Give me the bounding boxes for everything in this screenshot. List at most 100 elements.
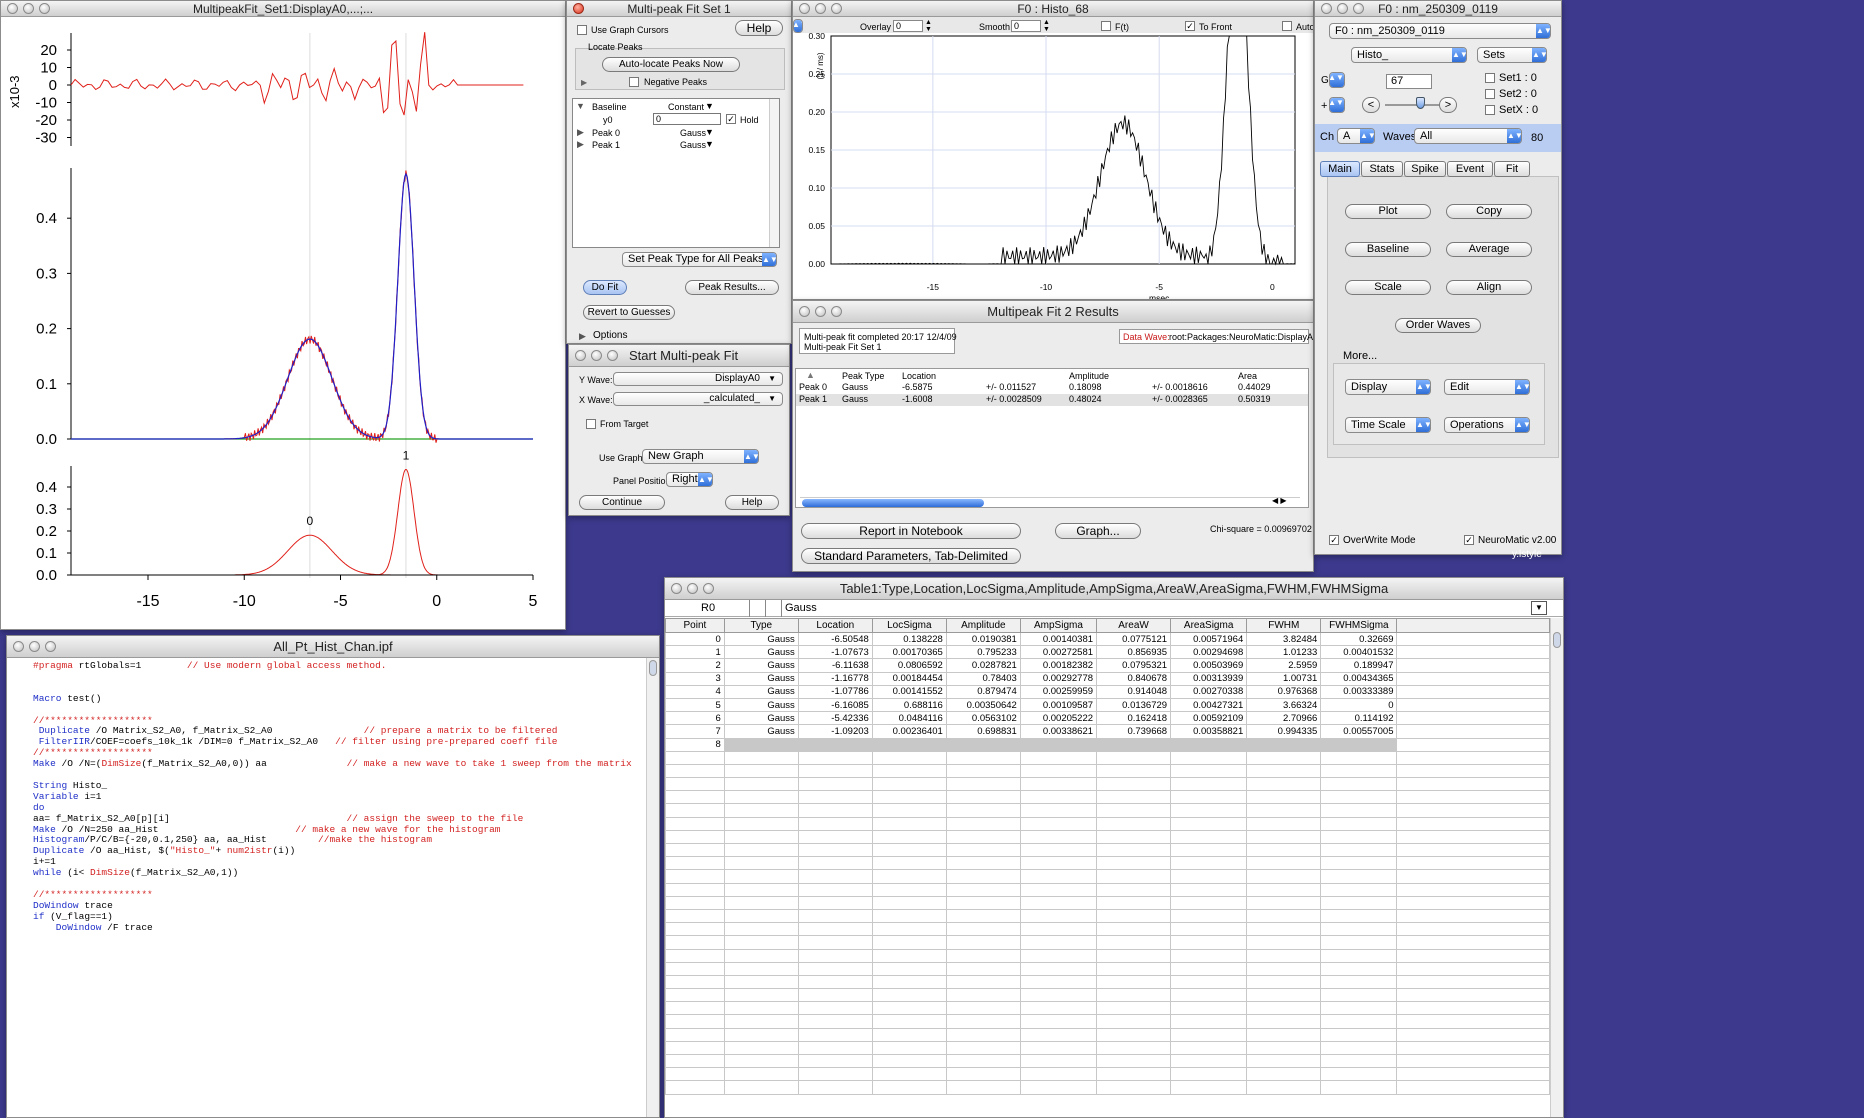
table-cell[interactable]: 0.162418 (1096, 711, 1172, 726)
minimize-button[interactable] (29, 641, 40, 652)
row-index-cell[interactable]: 8 (665, 737, 725, 752)
tab-event[interactable]: Event (1447, 161, 1493, 177)
table-cell[interactable]: 0.00333389 (1320, 684, 1398, 699)
table-cell[interactable]: -6.50548 (797, 631, 873, 647)
zoom-button[interactable] (1353, 3, 1364, 14)
table-cell[interactable]: 0.00571964 (1170, 631, 1248, 647)
minimize-button[interactable] (815, 306, 826, 317)
table-cell[interactable]: 0.189947 (1320, 658, 1398, 673)
table-cell[interactable]: 0 (1320, 697, 1398, 713)
code-line[interactable]: Duplicate /O Matrix_S2_A0, f_Matrix_S2_A… (33, 725, 558, 736)
table-cell[interactable]: 1.01233 (1246, 645, 1322, 660)
cell-value[interactable]: Gauss (785, 602, 817, 614)
waves-select[interactable]: All ▲▼ (1414, 128, 1522, 144)
table-cell[interactable]: 3.82484 (1246, 631, 1322, 647)
peak1-type[interactable]: Gauss (680, 140, 706, 150)
table-cell[interactable]: 0.0484116 (871, 711, 947, 726)
row-index-cell[interactable]: 0 (665, 631, 725, 647)
table-cell[interactable]: 0.00205222 (1019, 711, 1098, 726)
multipeak-results-window[interactable]: Multipeak Fit 2 Results Multi-peak fit c… (792, 300, 1314, 572)
edit-select[interactable]: Edit ▲▼ (1444, 379, 1530, 395)
code-line[interactable]: Variable i=1 (33, 791, 101, 802)
table-cell[interactable]: 0.00313939 (1170, 671, 1248, 686)
scrollbar[interactable] (769, 99, 779, 247)
table-cell[interactable]: 0.00141552 (871, 684, 947, 699)
do-fit-button[interactable]: Do Fit (583, 280, 627, 295)
auto-checkbox[interactable] (1282, 21, 1292, 31)
column-header[interactable]: FWHMSigma (1320, 618, 1398, 633)
table-cell[interactable]: 3.66324 (1246, 697, 1322, 713)
minimize-button[interactable] (687, 583, 698, 594)
row-index-cell[interactable]: 2 (665, 658, 725, 673)
table-row[interactable]: 2 Gauss -6.11638 0.0806592 0.0287821 0.001823… (665, 658, 1550, 673)
table-cell[interactable] (871, 737, 947, 752)
table-row[interactable]: 6 Gauss -5.42336 0.0484116 0.0563102 0.002052… (665, 711, 1550, 726)
table-cell[interactable]: 0.00592109 (1170, 711, 1248, 726)
table-cell[interactable]: 0.78403 (945, 671, 1021, 686)
code-line[interactable]: DoWindow /F trace (33, 922, 153, 933)
code-line[interactable]: //******************* (33, 747, 153, 758)
results-row[interactable]: Peak 0 Gauss -6.5875 +/- 0.011527 0.1809… (796, 382, 1308, 394)
operations-select[interactable]: Operations ▲▼ (1444, 417, 1530, 433)
table-row[interactable]: 1 Gauss -1.07673 0.00170365 0.795233 0.002725… (665, 645, 1550, 660)
baseline-type[interactable]: Constant (668, 102, 704, 112)
row-index-cell[interactable]: 3 (665, 671, 725, 686)
table-cell[interactable]: 0.994335 (1246, 724, 1322, 739)
negative-peaks-checkbox[interactable] (629, 77, 639, 87)
expand-peak0-icon[interactable]: ▶ (577, 127, 584, 138)
header-amplitude[interactable]: Amplitude (1069, 371, 1109, 381)
table-cell[interactable]: 2.70966 (1246, 711, 1322, 726)
column-header[interactable]: AreaW (1096, 618, 1172, 633)
title-bar[interactable]: F0 : nm_250309_0119 (1315, 1, 1561, 17)
code-line[interactable]: if (V_flag==1) (33, 911, 113, 922)
table-cell[interactable]: 0.00182382 (1019, 658, 1098, 673)
data-table[interactable]: Point Type Location LocSigma Amplitude AmpSig… (665, 618, 1550, 1095)
table-cell[interactable]: 0.00184454 (871, 671, 947, 686)
table-cell[interactable]: 0.698831 (945, 724, 1021, 739)
table-cell[interactable]: 0.0287821 (945, 658, 1021, 673)
copy-button[interactable]: Copy (1446, 204, 1532, 219)
close-button[interactable] (799, 3, 810, 14)
table-cell[interactable]: 0.00140381 (1019, 631, 1098, 647)
multipeak-graph-window[interactable]: MultipeakFit_Set1:DisplayA0,...;... 20 10… (0, 0, 566, 630)
smooth-input[interactable]: 0 (1011, 20, 1041, 32)
minimize-button[interactable] (23, 3, 34, 14)
help-button[interactable]: Help (725, 495, 779, 510)
table-row[interactable]: 7 Gauss -1.09203 0.00236401 0.698831 0.003386… (665, 724, 1550, 739)
y0-input[interactable]: 0 (653, 113, 721, 125)
channel-select[interactable]: A ▲▼ (1337, 128, 1375, 144)
table-cell[interactable]: Gauss (723, 697, 799, 713)
title-bar[interactable]: Multi-peak Fit Set 1 (567, 1, 791, 17)
dropdown-arrow-icon[interactable]: ▼ (705, 127, 714, 137)
table-cell[interactable]: Gauss (723, 684, 799, 699)
overlay-input[interactable]: 0 (893, 20, 923, 32)
row-index-cell[interactable]: 1 (665, 645, 725, 660)
title-bar[interactable]: Table1:Type,Location,LocSigma,Amplitude,… (665, 578, 1563, 600)
table-cell[interactable]: Gauss (723, 724, 799, 739)
setx-checkbox[interactable] (1485, 105, 1495, 115)
smooth-stepper-icon[interactable]: ▲ ▼ (1043, 19, 1050, 33)
table-cell[interactable]: 0.00350642 (945, 697, 1021, 713)
vertical-scrollbar[interactable] (646, 658, 659, 1117)
code-line[interactable]: FilterIIR/COEF=coefs_10k_1k /DIM=0 f_Mat… (33, 736, 558, 747)
title-bar[interactable]: All_Pt_Hist_Chan.ipf (7, 636, 659, 658)
table-cell[interactable]: -1.07673 (797, 645, 873, 660)
table-cell[interactable]: 0.739668 (1096, 724, 1172, 739)
from-target-checkbox[interactable] (586, 419, 596, 429)
table-cell[interactable]: 0.0563102 (945, 711, 1021, 726)
column-header[interactable]: Point (665, 618, 725, 633)
chevron-down-icon[interactable]: ▼ (1531, 601, 1547, 615)
table-cell[interactable]: Gauss (723, 645, 799, 660)
table-cell[interactable]: 0.0795321 (1096, 658, 1172, 673)
table-cell[interactable] (945, 737, 1021, 752)
table-row[interactable]: 4 Gauss -1.07786 0.00141552 0.879474 0.002599… (665, 684, 1550, 699)
overlay-stepper-icon[interactable]: ▲ ▼ (925, 19, 932, 33)
peak-results-button[interactable]: Peak Results... (685, 280, 779, 295)
table-cell[interactable] (1170, 737, 1248, 752)
tab-spike[interactable]: Spike (1404, 161, 1446, 177)
table-cell[interactable] (1096, 737, 1172, 752)
set2-checkbox[interactable] (1485, 89, 1495, 99)
row-index-cell[interactable]: 4 (665, 684, 725, 699)
neuromatic-checkbox[interactable]: ✓ (1464, 535, 1474, 545)
increment-stepper[interactable]: ▲▼ (1329, 97, 1345, 113)
